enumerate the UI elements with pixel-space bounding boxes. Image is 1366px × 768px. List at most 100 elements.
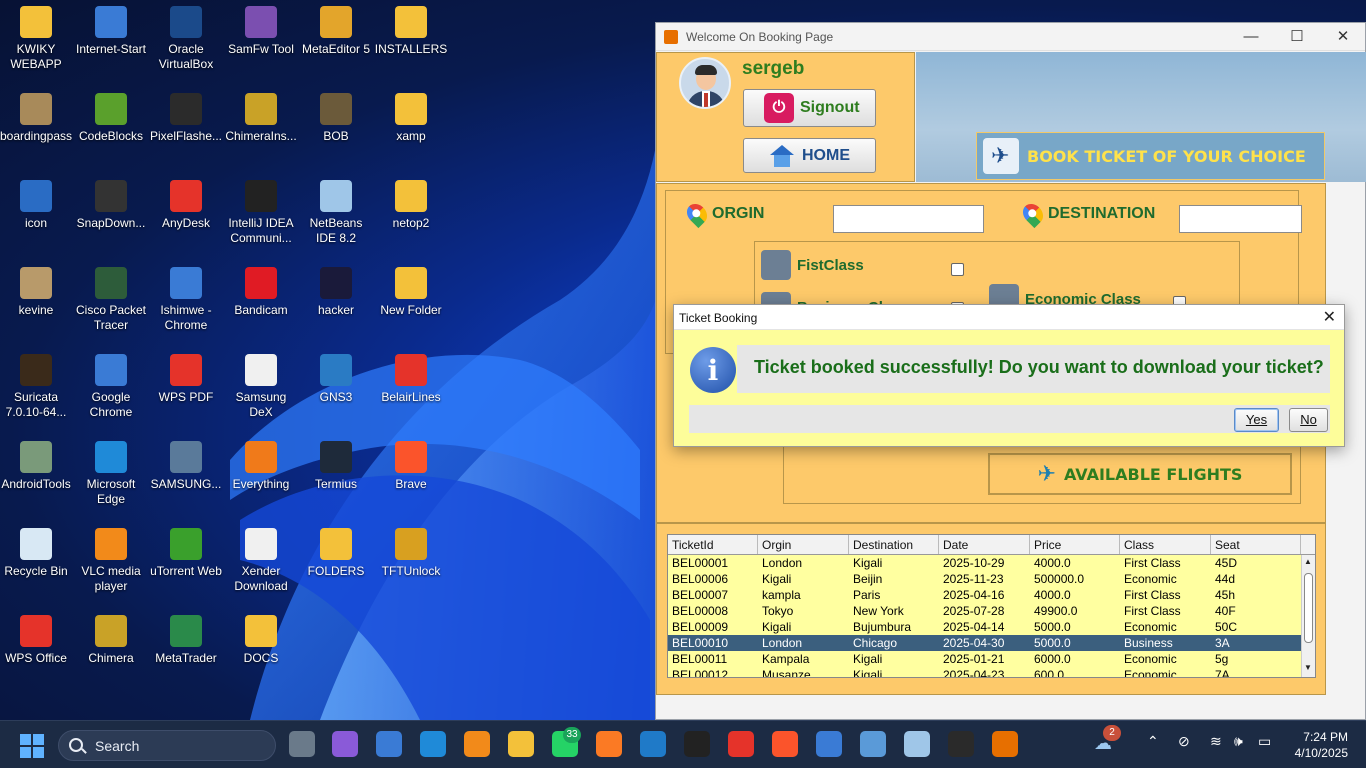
desktop-icon[interactable]: BelairLines bbox=[373, 354, 449, 405]
no-button[interactable]: No bbox=[1289, 408, 1328, 432]
chrome-icon[interactable] bbox=[376, 731, 402, 757]
desktop-icon[interactable]: kevine bbox=[0, 267, 74, 318]
yes-button[interactable]: Yes bbox=[1234, 408, 1279, 432]
column-header[interactable]: Destination bbox=[849, 535, 939, 554]
desktop-icon[interactable]: CodeBlocks bbox=[73, 93, 149, 144]
column-header[interactable]: Orgin bbox=[758, 535, 849, 554]
desktop-icon[interactable]: xamp bbox=[373, 93, 449, 144]
file-explorer-icon[interactable] bbox=[508, 731, 534, 757]
notepad-icon[interactable] bbox=[860, 731, 886, 757]
desktop-icon[interactable]: BOB bbox=[298, 93, 374, 144]
desktop-icon[interactable]: WPS PDF bbox=[148, 354, 224, 405]
dialog-close-icon[interactable]: ✕ bbox=[1323, 307, 1336, 327]
desktop-icon[interactable]: Everything bbox=[223, 441, 299, 492]
scroll-up-icon[interactable]: ▲ bbox=[1304, 557, 1312, 566]
available-flights-button[interactable]: ✈ AVAILABLE FLIGHTS bbox=[988, 453, 1292, 495]
copilot-icon[interactable] bbox=[332, 731, 358, 757]
wifi-icon[interactable]: ≋ bbox=[1210, 733, 1222, 750]
desktop-icon[interactable]: GNS3 bbox=[298, 354, 374, 405]
desktop-icon[interactable]: New Folder bbox=[373, 267, 449, 318]
dialog-titlebar[interactable]: Ticket Booking ✕ bbox=[674, 305, 1344, 330]
first-class-checkbox[interactable] bbox=[951, 263, 964, 276]
desktop-icon[interactable]: Microsoft Edge bbox=[73, 441, 149, 507]
battery-icon[interactable]: ▭ bbox=[1258, 733, 1271, 750]
desktop-icon[interactable]: Bandicam bbox=[223, 267, 299, 318]
desktop-icon[interactable]: SamFw Tool bbox=[223, 6, 299, 57]
desktop-icon[interactable]: Chimera bbox=[73, 615, 149, 666]
scroll-down-icon[interactable]: ▼ bbox=[1304, 663, 1312, 672]
table-row[interactable]: BEL00008 Tokyo New York 2025-07-28 49900.0 Fi… bbox=[668, 603, 1315, 619]
start-button[interactable] bbox=[20, 734, 44, 758]
desktop-icon[interactable]: ChimeraIns... bbox=[223, 93, 299, 144]
desktop-icon[interactable]: hacker bbox=[298, 267, 374, 318]
desktop-icon[interactable]: NetBeans IDE 8.2 bbox=[298, 180, 374, 246]
minimize-icon[interactable]: — bbox=[1229, 26, 1273, 48]
maximize-icon[interactable]: ☐ bbox=[1275, 26, 1319, 48]
desktop-icon[interactable]: TFTUnlock bbox=[373, 528, 449, 579]
table-row[interactable]: BEL00006 Kigali Beijin 2025-11-23 500000.0 Ec… bbox=[668, 571, 1315, 587]
desktop-icon[interactable]: DOCS bbox=[223, 615, 299, 666]
destination-input[interactable] bbox=[1179, 205, 1302, 233]
column-header[interactable]: Seat bbox=[1211, 535, 1301, 554]
table-scrollbar[interactable]: ▲ ▼ bbox=[1301, 555, 1315, 677]
taskbar-search[interactable]: Search bbox=[58, 730, 276, 761]
desktop-icon[interactable]: INSTALLERS bbox=[373, 6, 449, 57]
tickets-table[interactable]: TicketId Orgin Destination Date Price Class Se… bbox=[667, 534, 1316, 678]
taskbar-clock[interactable]: 7:24 PM 4/10/2025 bbox=[1295, 729, 1348, 761]
close-icon[interactable]: ✕ bbox=[1321, 26, 1365, 48]
network-off-icon[interactable]: ⊘ bbox=[1178, 733, 1190, 750]
virtualbox-icon[interactable] bbox=[904, 731, 930, 757]
window-titlebar[interactable]: Welcome On Booking Page — ☐ ✕ bbox=[656, 23, 1365, 51]
desktop-icon[interactable]: KWIKY WEBAPP bbox=[0, 6, 74, 72]
desktop-icon[interactable]: WPS Office bbox=[0, 615, 74, 666]
table-row[interactable]: BEL00011 Kampala Kigali 2025-01-21 6000.0 Eco… bbox=[668, 651, 1315, 667]
vscode-icon[interactable] bbox=[640, 731, 666, 757]
desktop-icon[interactable]: netop2 bbox=[373, 180, 449, 231]
desktop-icon[interactable]: SnapDown... bbox=[73, 180, 149, 231]
table-row[interactable]: BEL00009 Kigali Bujumbura 2025-04-14 5000.0 E… bbox=[668, 619, 1315, 635]
desktop-icon[interactable]: Ishimwe - Chrome bbox=[148, 267, 224, 333]
scroll-thumb[interactable] bbox=[1304, 573, 1313, 643]
desktop-icon[interactable]: Termius bbox=[298, 441, 374, 492]
desktop-icon[interactable]: PixelFlashe... bbox=[148, 93, 224, 144]
chrome-profile-icon[interactable] bbox=[816, 731, 842, 757]
desktop-icon[interactable]: FOLDERS bbox=[298, 528, 374, 579]
desktop-icon[interactable]: AndroidTools bbox=[0, 441, 74, 492]
desktop-icon[interactable]: Samsung DeX bbox=[223, 354, 299, 420]
column-header[interactable]: Price bbox=[1030, 535, 1120, 554]
desktop-icon[interactable]: Recycle Bin bbox=[0, 528, 74, 579]
java-icon[interactable] bbox=[992, 731, 1018, 757]
table-row[interactable]: BEL00007 kampla Paris 2025-04-16 4000.0 First… bbox=[668, 587, 1315, 603]
column-header[interactable]: Date bbox=[939, 535, 1030, 554]
chevron-up-icon[interactable]: ⌃ bbox=[1147, 733, 1159, 750]
vlc-icon[interactable] bbox=[464, 731, 490, 757]
desktop-icon[interactable]: Suricata 7.0.10-64... bbox=[0, 354, 74, 420]
desktop-icon[interactable]: Oracle VirtualBox bbox=[148, 6, 224, 72]
desktop-icon[interactable]: MetaEditor 5 bbox=[298, 6, 374, 57]
intellij-icon[interactable] bbox=[684, 731, 710, 757]
desktop-icon[interactable]: MetaTrader bbox=[148, 615, 224, 666]
terminal-icon[interactable] bbox=[948, 731, 974, 757]
xampp-icon[interactable] bbox=[596, 731, 622, 757]
wps-icon[interactable] bbox=[728, 731, 754, 757]
table-row[interactable]: BEL00012 Musanze Kigali 2025-04-23 600.0 Econ… bbox=[668, 667, 1315, 677]
home-button[interactable]: HOME bbox=[743, 138, 876, 173]
desktop-icon[interactable]: Brave bbox=[373, 441, 449, 492]
desktop-icon[interactable]: VLC media player bbox=[73, 528, 149, 594]
desktop-icon[interactable]: AnyDesk bbox=[148, 180, 224, 231]
column-header[interactable]: Class bbox=[1120, 535, 1211, 554]
desktop-icon[interactable]: icon bbox=[0, 180, 74, 231]
desktop-icon[interactable]: SAMSUNG... bbox=[148, 441, 224, 492]
edge-icon[interactable] bbox=[420, 731, 446, 757]
signout-button[interactable]: ⏻ Signout bbox=[743, 89, 876, 127]
desktop-icon[interactable]: Internet-Start bbox=[73, 6, 149, 57]
desktop-icon[interactable]: Google Chrome bbox=[73, 354, 149, 420]
desktop-icon[interactable]: Cisco Packet Tracer bbox=[73, 267, 149, 333]
desktop-icon[interactable]: boardingpass bbox=[0, 93, 74, 144]
task-view-icon[interactable] bbox=[289, 731, 315, 757]
desktop-icon[interactable]: IntelliJ IDEA Communi... bbox=[223, 180, 299, 246]
desktop-icon[interactable]: Xender Download bbox=[223, 528, 299, 594]
brave-icon[interactable] bbox=[772, 731, 798, 757]
origin-input[interactable] bbox=[833, 205, 984, 233]
volume-icon[interactable]: 🕪 bbox=[1234, 733, 1243, 750]
